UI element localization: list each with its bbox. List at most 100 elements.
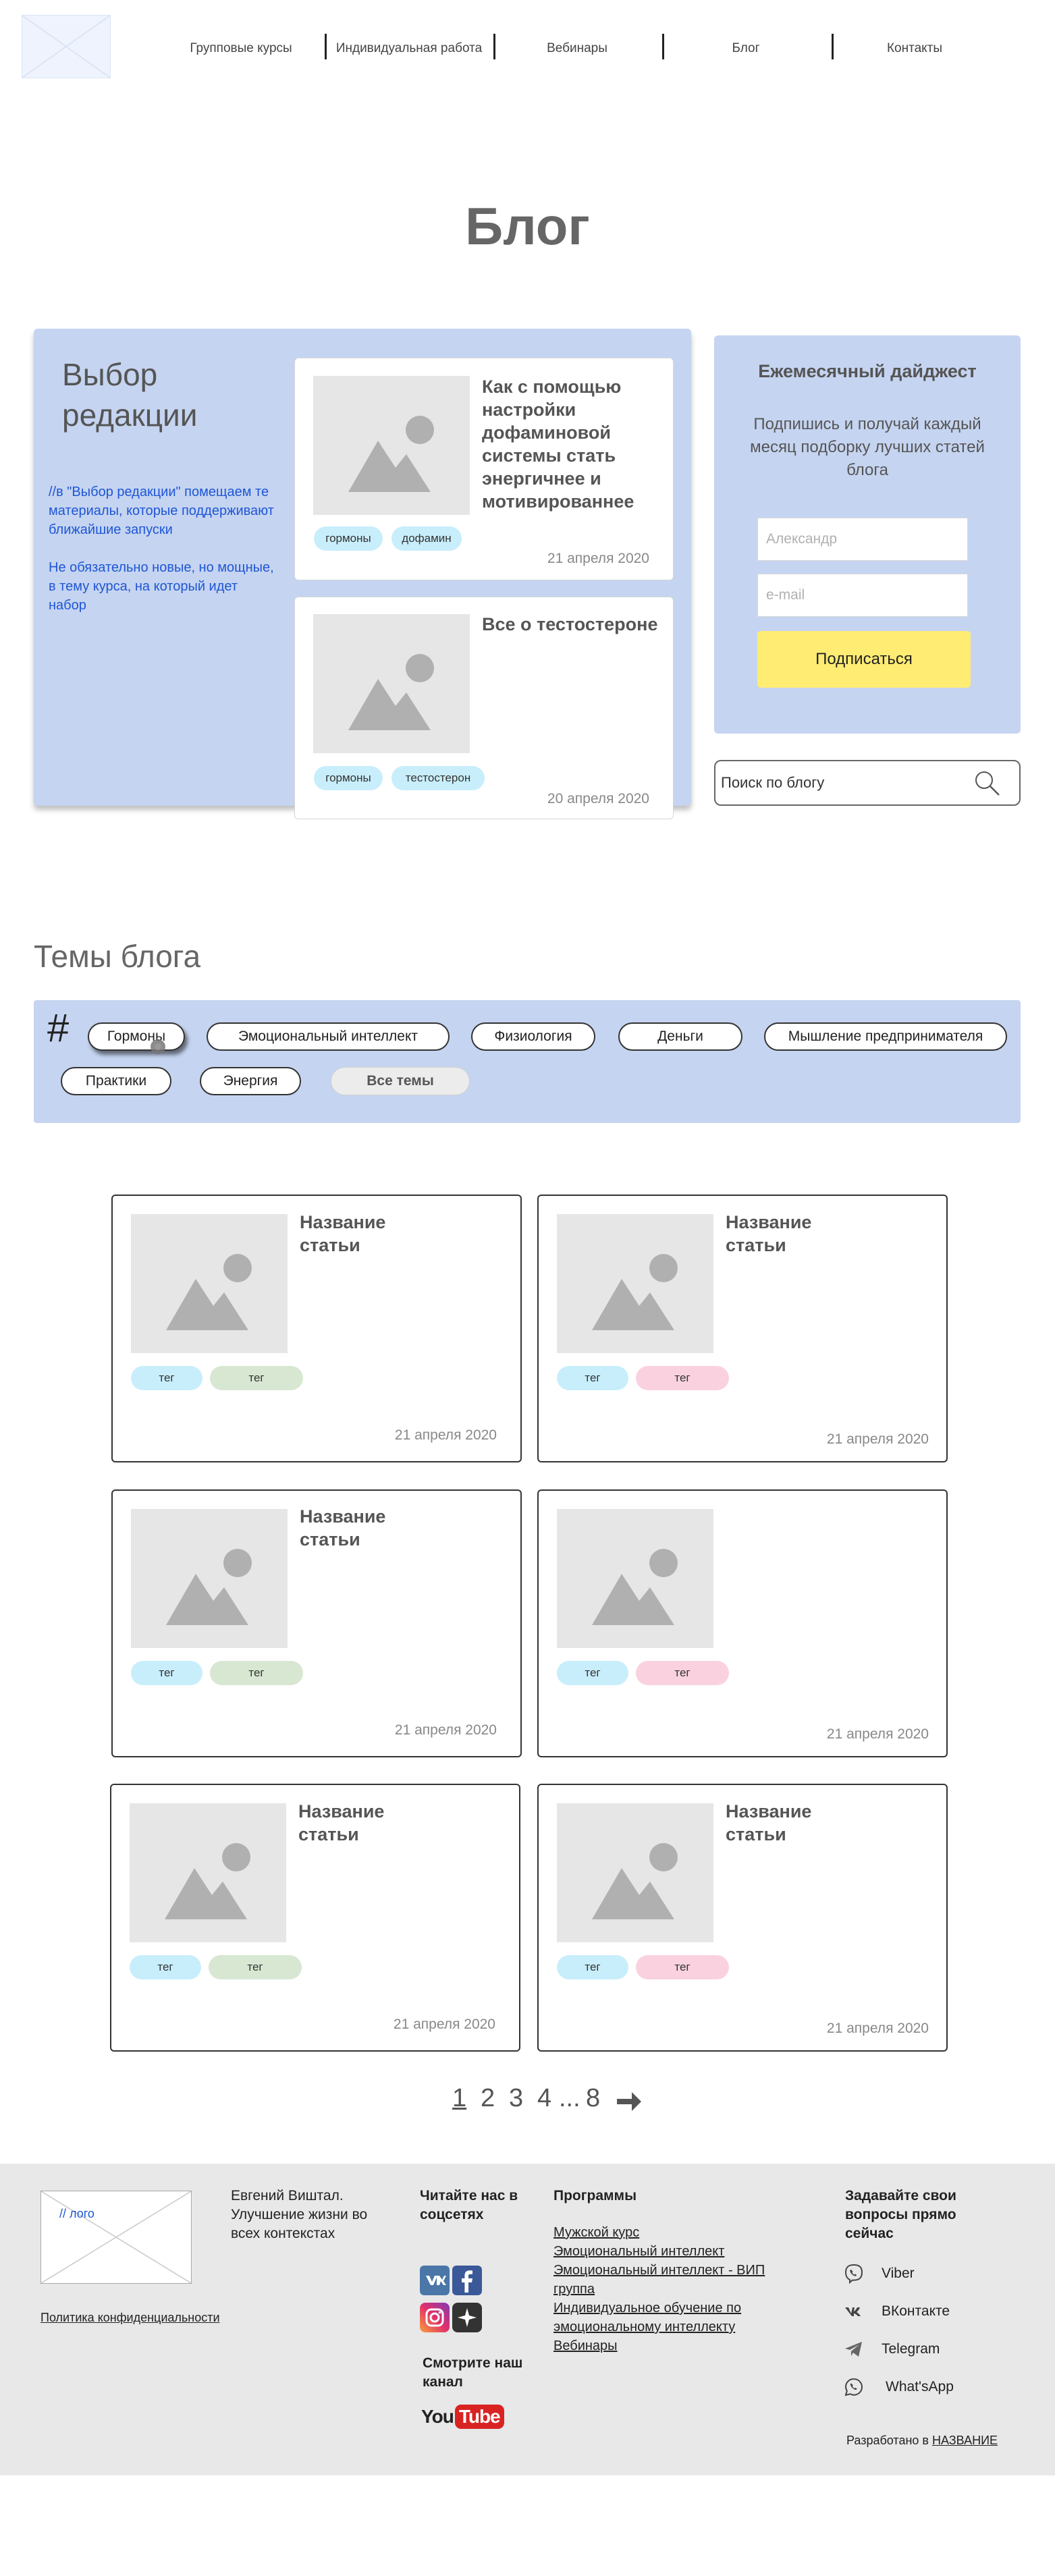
article-tag[interactable]: дофамин bbox=[391, 526, 462, 551]
youtube-logo-icon[interactable]: You Tube bbox=[421, 2400, 504, 2434]
article-tag[interactable]: гормоны bbox=[314, 766, 383, 790]
article-tag[interactable]: гормоны bbox=[314, 526, 383, 551]
blog-search-input[interactable]: Поиск по блогу bbox=[721, 760, 824, 806]
digest-email-input[interactable]: e-mail bbox=[757, 574, 968, 617]
facebook-icon[interactable] bbox=[452, 2266, 482, 2295]
whatsapp-icon[interactable] bbox=[844, 2377, 864, 2397]
program-link[interactable]: Индивидуальное обучение по эмоциональном… bbox=[553, 2299, 796, 2336]
article-tag[interactable]: тег bbox=[557, 1661, 628, 1685]
contact-viber[interactable]: Viber bbox=[882, 2266, 915, 2282]
article-title[interactable]: Название статьи bbox=[300, 1211, 414, 1257]
nav-divider bbox=[493, 34, 495, 59]
article-tag[interactable]: тег bbox=[210, 1661, 303, 1685]
program-link[interactable]: Вебинары bbox=[553, 2336, 796, 2355]
viber-icon[interactable] bbox=[844, 2264, 864, 2284]
article-image-placeholder bbox=[131, 1509, 288, 1648]
article-title[interactable]: Название статьи bbox=[726, 1800, 840, 1846]
article-tag[interactable]: тег bbox=[636, 1955, 729, 1979]
channel-heading: Смотрите наш канал bbox=[423, 2355, 523, 2390]
nav-divider bbox=[662, 34, 664, 59]
nav-divider bbox=[832, 34, 834, 59]
digest-description: Подпишись и получай каждый месяц подборк… bbox=[750, 415, 985, 479]
image-placeholder-icon bbox=[592, 1843, 678, 1919]
program-link[interactable]: Мужской курс bbox=[553, 2223, 796, 2242]
page-link[interactable]: 4 bbox=[537, 2084, 551, 2113]
article-tag[interactable]: тег bbox=[210, 1366, 303, 1390]
subscribe-button[interactable]: Подписаться bbox=[757, 631, 971, 688]
article-image-placeholder bbox=[313, 376, 470, 515]
article-date: 20 апреля 2020 bbox=[547, 791, 649, 806]
vk-contact-icon[interactable] bbox=[844, 2301, 864, 2322]
program-link[interactable]: Эмоциональный интеллект - ВИП группа bbox=[553, 2261, 796, 2299]
contact-telegram[interactable]: Telegram bbox=[882, 2341, 940, 2357]
privacy-policy-link[interactable]: Политика конфиденциальности bbox=[40, 2311, 220, 2325]
contact-whatsapp[interactable]: What'sApp bbox=[886, 2379, 954, 2395]
featured-article-title[interactable]: Как с помощью настройки дофаминовой сист… bbox=[482, 375, 664, 513]
article-image-placeholder bbox=[313, 614, 470, 753]
nav-blog[interactable]: Блог bbox=[682, 37, 810, 60]
article-image-placeholder bbox=[131, 1214, 288, 1353]
vk-icon[interactable] bbox=[420, 2266, 450, 2295]
article-tag[interactable]: тег bbox=[131, 1661, 202, 1685]
article-tag[interactable]: тестостерон bbox=[391, 766, 485, 790]
article-title[interactable]: Название статьи bbox=[300, 1505, 414, 1551]
page-link-last[interactable]: 8 bbox=[586, 2084, 600, 2113]
next-page-arrow-icon[interactable] bbox=[616, 2089, 643, 2114]
logo-placeholder-icon bbox=[41, 2191, 191, 2283]
search-icon[interactable] bbox=[972, 768, 1002, 798]
topic-pill-all[interactable]: Все темы bbox=[331, 1067, 470, 1095]
topic-pill-emotional-intelligence[interactable]: Эмоциональный интеллект bbox=[207, 1022, 450, 1051]
developer-credit-prefix: Разработано в bbox=[846, 2434, 929, 2447]
programs-heading: Программы bbox=[553, 2188, 637, 2203]
editor-choice-note: //в "Выбор редакции" помещаем те материа… bbox=[49, 483, 278, 615]
topic-pill-physiology[interactable]: Физиология bbox=[471, 1022, 595, 1051]
topic-pill-practices[interactable]: Практики bbox=[61, 1067, 171, 1095]
contact-vkontakte[interactable]: ВКонтакте bbox=[882, 2303, 950, 2320]
image-placeholder-icon bbox=[348, 654, 434, 730]
image-placeholder-icon bbox=[166, 1254, 252, 1330]
article-date: 21 апреля 2020 bbox=[826, 1431, 929, 1447]
article-title[interactable]: Название статьи bbox=[726, 1211, 840, 1257]
footer-logo-placeholder[interactable] bbox=[40, 2191, 192, 2284]
site-logo-placeholder[interactable] bbox=[22, 15, 111, 78]
article-tag[interactable]: тег bbox=[636, 1366, 729, 1390]
topics-panel bbox=[34, 1000, 1021, 1123]
topic-pill-money[interactable]: Деньги bbox=[618, 1022, 742, 1051]
digest-name-input[interactable]: Александр bbox=[757, 518, 968, 561]
footer-logo-label: // лого bbox=[59, 2207, 94, 2220]
article-tag[interactable]: тег bbox=[209, 1955, 302, 1979]
nav-contacts[interactable]: Контакты bbox=[850, 37, 979, 60]
mouse-cursor-icon bbox=[151, 1039, 165, 1054]
program-link[interactable]: Эмоциональный интеллект bbox=[553, 2242, 796, 2261]
editor-note-line-2: Не обязательно новые, но мощные, в тему … bbox=[49, 560, 274, 613]
youtube-tube-text: Tube bbox=[454, 2405, 504, 2429]
developer-credit: Разработано в НАЗВАНИЕ bbox=[846, 2434, 998, 2448]
article-date: 21 апреля 2020 bbox=[394, 1427, 497, 1443]
page-link[interactable]: 2 bbox=[481, 2084, 495, 2113]
topic-pill-entrepreneur-mindset[interactable]: Мышление предпринимателя bbox=[764, 1022, 1007, 1051]
article-title[interactable]: Название статьи bbox=[298, 1800, 413, 1846]
article-image-placeholder bbox=[557, 1214, 713, 1353]
image-placeholder-icon bbox=[592, 1254, 678, 1330]
article-tag[interactable]: тег bbox=[131, 1366, 202, 1390]
article-tag[interactable]: тег bbox=[636, 1661, 729, 1685]
page-link[interactable]: 3 bbox=[509, 2084, 523, 2113]
instagram-icon[interactable] bbox=[420, 2303, 450, 2332]
page-link-current[interactable]: 1 bbox=[452, 2084, 466, 2113]
nav-individual-work[interactable]: Индивидуальная работа bbox=[331, 37, 487, 60]
nav-webinars[interactable]: Вебинары bbox=[513, 37, 641, 60]
topic-pill-energy[interactable]: Энергия bbox=[200, 1067, 301, 1095]
star-app-icon[interactable] bbox=[452, 2303, 482, 2332]
featured-article-title[interactable]: Все о тестостероне bbox=[482, 613, 664, 636]
article-date: 21 апреля 2020 bbox=[394, 1722, 497, 1738]
article-tag[interactable]: тег bbox=[557, 1955, 628, 1979]
page-title: Блог bbox=[465, 196, 590, 256]
telegram-icon[interactable] bbox=[844, 2339, 864, 2359]
article-image-placeholder bbox=[130, 1803, 286, 1942]
image-placeholder-icon bbox=[166, 1549, 252, 1625]
developer-link[interactable]: НАЗВАНИЕ bbox=[932, 2434, 998, 2447]
article-date: 21 апреля 2020 bbox=[393, 2017, 495, 2032]
nav-group-courses[interactable]: Групповые курсы bbox=[177, 37, 305, 60]
article-tag[interactable]: тег bbox=[557, 1366, 628, 1390]
article-tag[interactable]: тег bbox=[130, 1955, 201, 1979]
